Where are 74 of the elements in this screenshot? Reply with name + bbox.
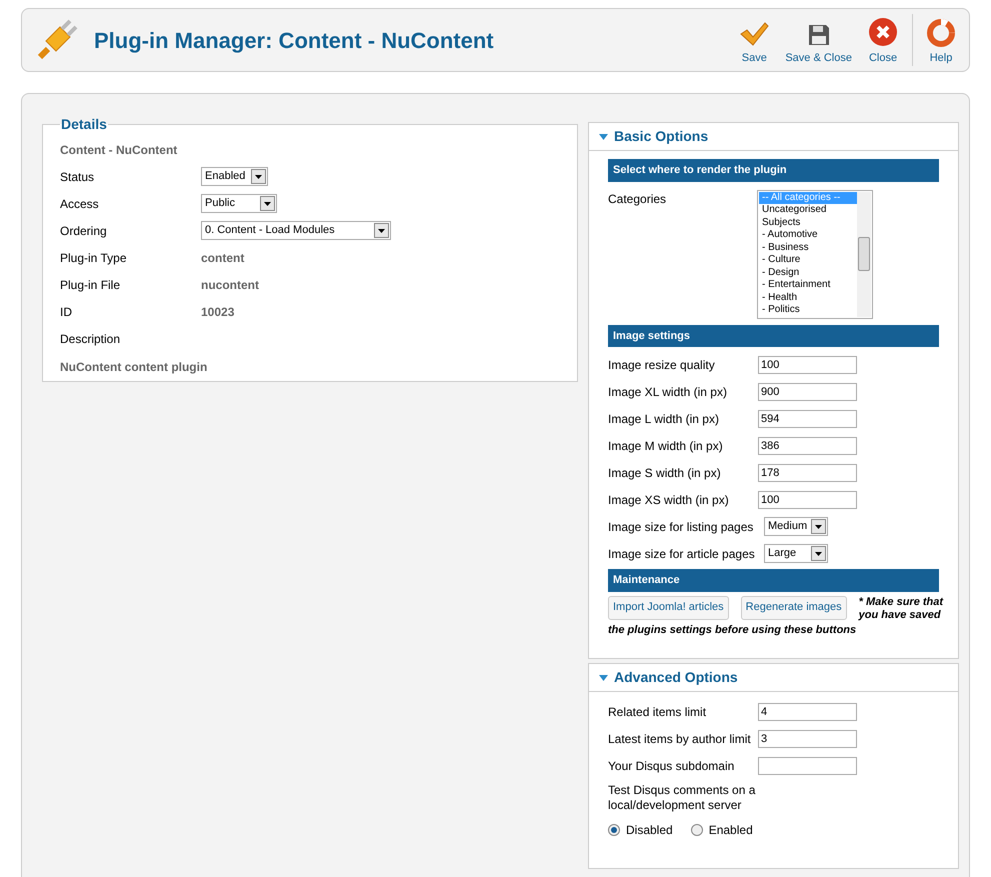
panel-title[interactable]: Basic Options bbox=[614, 126, 708, 147]
toolbar-button[interactable]: Save bbox=[731, 14, 778, 66]
field-value: nucontent bbox=[201, 276, 259, 294]
input-field[interactable] bbox=[758, 756, 857, 774]
category-option[interactable]: - Automotive bbox=[759, 229, 857, 242]
field-label: Related items limit bbox=[608, 704, 708, 720]
field-label: Test Disqus comments on a local/development server bbox=[608, 783, 756, 813]
input-field[interactable]: 900 bbox=[758, 382, 857, 400]
plugin-name: Content - NuContent bbox=[60, 142, 178, 159]
description-text: NuContent content plugin bbox=[60, 359, 208, 376]
field-value: 10023 bbox=[201, 304, 234, 320]
input-field[interactable]: 178 bbox=[758, 464, 857, 482]
toolbar-button[interactable]: Close bbox=[860, 14, 906, 66]
field-label: Description bbox=[60, 330, 122, 348]
category-option[interactable]: - Health bbox=[759, 292, 857, 304]
action-button[interactable]: Import Joomla! articles bbox=[608, 596, 729, 620]
collapse-arrow-icon[interactable] bbox=[599, 674, 608, 680]
category-option[interactable]: Subjects bbox=[759, 216, 857, 229]
section-heading: Image settings bbox=[608, 324, 939, 347]
action-button[interactable]: Regenerate images bbox=[740, 596, 847, 620]
field-value: content bbox=[201, 250, 244, 266]
radio-option[interactable]: Enabled bbox=[690, 821, 753, 839]
field-label: Image resize quality bbox=[608, 356, 716, 374]
field-label: Plug-in Type bbox=[60, 250, 128, 266]
input-field[interactable]: 100 bbox=[758, 356, 857, 374]
field-label: Image XS width (in px) bbox=[608, 492, 730, 508]
note-text: you have saved bbox=[858, 608, 942, 622]
category-option[interactable]: - Design bbox=[759, 266, 857, 279]
category-listbox[interactable]: -- All categories -- Uncategorised Subjects - Automotive - Business - Culture - Design - Entertainment - Health - Politics bbox=[757, 190, 873, 318]
category-option[interactable]: - Culture bbox=[759, 254, 857, 266]
select-field[interactable]: Public bbox=[201, 194, 277, 213]
select-field[interactable]: Medium bbox=[764, 517, 828, 536]
select-field[interactable]: Enabled bbox=[201, 167, 268, 186]
collapse-arrow-icon[interactable] bbox=[599, 134, 608, 140]
category-option[interactable]: - Business bbox=[759, 242, 857, 254]
input-field[interactable]: 4 bbox=[758, 702, 857, 720]
section-heading: Select where to render the plugin bbox=[608, 159, 939, 182]
field-label: Status bbox=[60, 168, 96, 186]
category-option[interactable]: - Politics bbox=[759, 304, 857, 316]
lifebuoy-icon bbox=[927, 18, 955, 46]
note-text: the plugins settings before using these buttons bbox=[608, 622, 858, 638]
field-label: Image size for listing pages bbox=[608, 518, 754, 536]
panel-title[interactable]: Advanced Options bbox=[614, 667, 738, 688]
field-label: Ordering bbox=[60, 222, 108, 240]
input-field[interactable]: 100 bbox=[758, 490, 857, 508]
field-label: Image size for article pages bbox=[608, 546, 756, 562]
field-label: Image M width (in px) bbox=[608, 438, 724, 454]
field-label: Image L width (in px) bbox=[608, 410, 720, 428]
radio-button[interactable] bbox=[690, 824, 703, 836]
toolbar-button[interactable]: Save & Close bbox=[777, 14, 860, 66]
checkmark-icon bbox=[739, 20, 770, 46]
field-label: Image S width (in px) bbox=[608, 464, 722, 482]
field-label: Categories bbox=[608, 190, 668, 208]
radio-option[interactable]: Disabled bbox=[608, 821, 673, 839]
page-title: Plug-in Manager: Content - NuContent bbox=[94, 26, 495, 55]
toolbar-button[interactable]: Help bbox=[919, 14, 963, 66]
radio-button[interactable] bbox=[608, 824, 620, 836]
select-field[interactable]: 0. Content - Load Modules bbox=[201, 221, 391, 240]
field-label: Access bbox=[60, 196, 100, 212]
input-field[interactable]: 3 bbox=[758, 730, 857, 748]
category-option[interactable]: Uncategorised bbox=[759, 204, 857, 216]
input-field[interactable]: 594 bbox=[758, 410, 857, 428]
field-label: Latest items by author limit bbox=[608, 730, 752, 748]
close-icon bbox=[868, 16, 898, 46]
select-field[interactable]: Large bbox=[764, 544, 828, 563]
field-label: Your Disqus subdomain bbox=[608, 758, 736, 774]
field-label: Image XL width (in px) bbox=[608, 384, 728, 400]
legend: Details bbox=[60, 114, 108, 135]
input-field[interactable]: 386 bbox=[758, 436, 857, 454]
section-heading: Maintenance bbox=[608, 569, 939, 592]
note-text: * Make sure that bbox=[858, 596, 944, 608]
field-label: ID bbox=[60, 304, 73, 320]
category-option[interactable]: - Entertainment bbox=[759, 279, 857, 292]
field-label: Plug-in File bbox=[60, 276, 122, 294]
